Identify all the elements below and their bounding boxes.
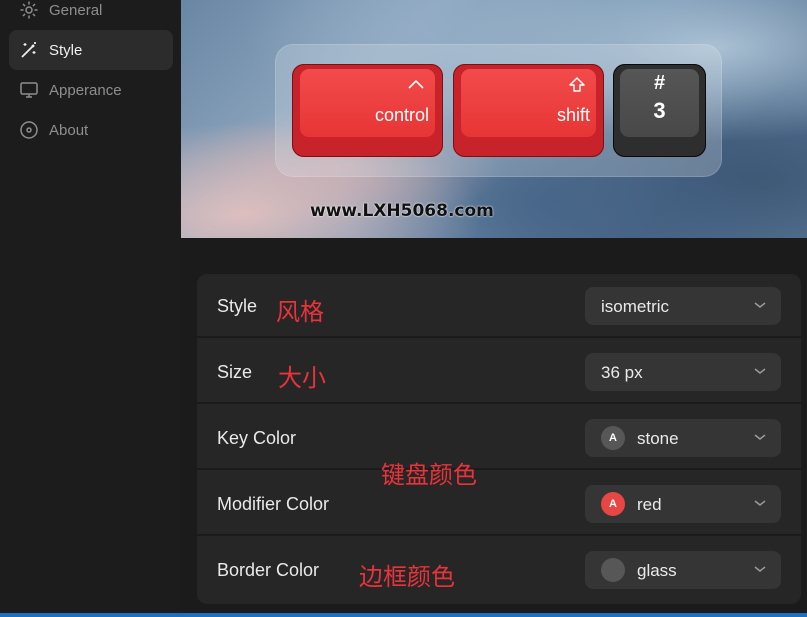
setting-label: Style: [217, 296, 258, 316]
sidebar-item-label: About: [49, 121, 89, 139]
select-value: stone: [637, 429, 679, 448]
border-color-select[interactable]: glass: [585, 551, 781, 589]
disc-icon: [19, 120, 39, 140]
monitor-icon: [19, 80, 39, 100]
sidebar-item-apperance[interactable]: Apperance: [9, 70, 173, 110]
modifier-color-select[interactable]: A red: [585, 485, 781, 523]
annotation-key-color: 键盘颜色: [381, 461, 477, 489]
setting-label: Modifier Color: [217, 494, 330, 514]
settings-row-border-color: Border Color glass: [197, 538, 801, 602]
sidebar-item-style[interactable]: Style: [9, 30, 173, 70]
color-swatch: A: [601, 426, 625, 450]
settings-row-key-color: Key Color A stone: [197, 406, 801, 470]
sidebar-item-about[interactable]: About: [9, 110, 173, 150]
size-select[interactable]: 36 px: [585, 353, 781, 391]
control-key: control: [292, 64, 443, 157]
keystroke-preview: control shift # 3 www.LXH5068.com: [181, 0, 807, 238]
watermark: www.LXH5068.com: [310, 201, 494, 221]
annotation-size: 大小: [278, 364, 326, 392]
color-swatch: [601, 558, 625, 582]
setting-label: Size: [217, 362, 253, 382]
number-3-key: # 3: [613, 64, 706, 157]
caret-up-icon: [408, 79, 424, 89]
chevron-down-icon: [754, 302, 766, 308]
sidebar-item-label: Apperance: [49, 81, 122, 99]
annotation-border-color: 边框颜色: [359, 563, 455, 591]
annotation-style: 风格: [276, 298, 324, 326]
setting-label: Key Color: [217, 428, 297, 448]
key-symbol: #: [653, 72, 666, 94]
select-value: 36 px: [601, 363, 643, 382]
magic-wand-icon: [19, 40, 39, 60]
select-value: glass: [637, 561, 677, 580]
settings-row-modifier-color: Modifier Color A red: [197, 472, 801, 536]
key-color-select[interactable]: A stone: [585, 419, 781, 457]
chevron-down-icon: [754, 368, 766, 374]
shift-arrow-icon: [569, 77, 585, 92]
key-main-label: 3: [653, 98, 666, 123]
select-value: isometric: [601, 297, 670, 316]
sidebar-item-label: General: [49, 1, 103, 19]
chevron-down-icon: [754, 434, 766, 440]
key-label: control: [374, 105, 429, 125]
sidebar-item-label: Style: [49, 41, 83, 59]
color-swatch: A: [601, 492, 625, 516]
sidebar-item-general[interactable]: General: [9, 0, 173, 30]
chevron-down-icon: [754, 566, 766, 572]
window-bottom-edge: [0, 613, 807, 617]
key-label: shift: [556, 105, 590, 125]
setting-label: Border Color: [217, 560, 320, 580]
glass-border-panel: control shift # 3: [275, 44, 722, 177]
chevron-down-icon: [754, 500, 766, 506]
shift-key: shift: [453, 64, 604, 157]
select-value: red: [637, 495, 662, 514]
gear-icon: [19, 0, 39, 20]
sidebar: General Style Apperance About: [0, 0, 181, 617]
style-select[interactable]: isometric: [585, 287, 781, 325]
